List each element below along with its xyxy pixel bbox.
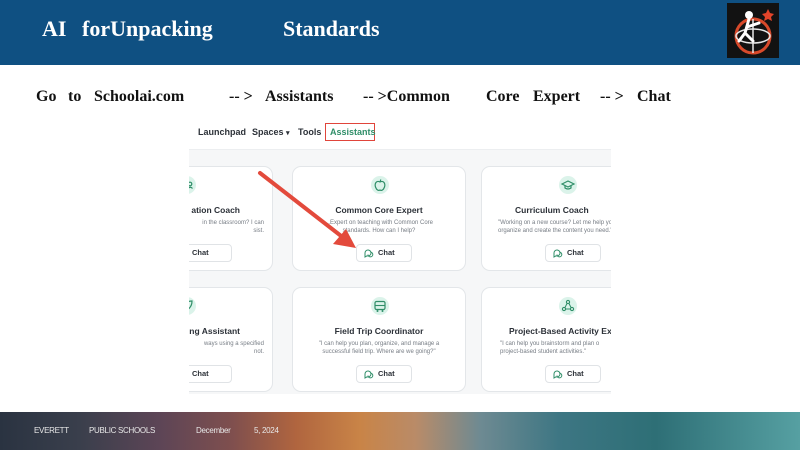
instruction-word: Core	[486, 88, 520, 105]
chat-label: Chat	[378, 369, 395, 378]
apple-icon	[371, 176, 389, 194]
instruction-arrow: -- >	[600, 88, 624, 105]
instruction-word: Chat	[637, 88, 671, 105]
card-title: Field Trip Coordinator	[334, 326, 424, 336]
card-description: ...Expert on teaching with Common Core s…	[324, 220, 434, 234]
instruction-link-schoolai: Schoolai.com	[94, 88, 185, 105]
chat-bubble-icon	[553, 249, 563, 258]
title-word-forunpacking: forUnpacking	[82, 16, 213, 41]
assistant-card[interactable]: ation Coach in the classroom? I can sist…	[189, 166, 273, 271]
instruction-word: -- >Common	[363, 88, 450, 105]
chat-button[interactable]: Chat	[189, 365, 232, 383]
chat-button[interactable]: Chat	[189, 244, 232, 262]
title-word-standards: Standards	[283, 16, 380, 41]
chevron-down-icon: ▾	[286, 130, 290, 137]
card-title: Project-Based Activity Exp	[509, 326, 611, 336]
card-description: "I can help you plan, organize, and mana…	[318, 341, 440, 355]
app-nav-bar: Launchpad Spaces ▾ Tools Assistants	[189, 118, 611, 150]
chat-button[interactable]: Chat	[545, 365, 601, 383]
instruction-word: Assistants	[265, 88, 334, 105]
instruction-arrow: -- >	[229, 88, 253, 105]
users-icon	[189, 176, 196, 194]
chat-button[interactable]: Chat	[356, 365, 412, 383]
chat-label: Chat	[567, 369, 584, 378]
assistant-card[interactable]: ing Assistant ways using a specified not…	[189, 287, 273, 392]
leaf-icon	[189, 297, 196, 315]
card-description: in the classroom? I can sist.	[202, 220, 264, 234]
chat-label: Chat	[567, 248, 584, 257]
assistant-card-curriculum-coach[interactable]: Curriculum Coach "Working on a new cours…	[481, 166, 611, 271]
card-title: Curriculum Coach	[515, 205, 589, 215]
title-word-ai: AI	[42, 16, 67, 41]
chat-label: Chat	[192, 248, 209, 257]
graduation-cap-icon	[559, 176, 577, 194]
card-description: "Working on a new course? Let me help yo…	[498, 220, 611, 234]
assistant-card-common-core-expert[interactable]: Common Core Expert ...Expert on teaching…	[292, 166, 466, 271]
footer-public-schools: PUBLIC SCHOOLS	[89, 426, 156, 435]
instruction-word: Go	[36, 88, 57, 105]
chat-bubble-icon	[553, 370, 563, 379]
instruction-line: Go to Schoolai.com -- > Assistants -- >C…	[0, 88, 800, 112]
footer-date: 5, 2024	[254, 426, 279, 435]
footer-district: EVERETT	[34, 426, 69, 435]
chat-bubble-icon	[364, 249, 374, 258]
school-logo-icon	[727, 3, 779, 58]
chat-button[interactable]: Chat	[356, 244, 412, 262]
footer-bar: EVERETT PUBLIC SCHOOLS December 5, 2024	[0, 412, 800, 450]
nav-spaces[interactable]: Spaces ▾	[252, 127, 290, 137]
nav-assistants[interactable]: Assistants	[330, 127, 376, 137]
nav-assistants-highlight[interactable]: Assistants	[325, 123, 376, 141]
card-description: "I can help you brainstorm and plan o pr…	[500, 341, 600, 355]
nav-launchpad[interactable]: Launchpad	[198, 127, 246, 137]
footer-month: December	[196, 426, 231, 435]
nav-tools[interactable]: Tools	[298, 127, 321, 137]
chat-bubble-icon	[364, 370, 374, 379]
assistant-card-project-based-activity[interactable]: Project-Based Activity Exp "I can help y…	[481, 287, 611, 392]
assistant-card-field-trip-coordinator[interactable]: Field Trip Coordinator "I can help you p…	[292, 287, 466, 392]
card-title: ing Assistant	[189, 326, 240, 336]
chat-label: Chat	[378, 248, 395, 257]
bus-icon	[371, 297, 389, 315]
instruction-word: to	[68, 88, 82, 105]
chat-button[interactable]: Chat	[545, 244, 601, 262]
schoolai-screenshot: Launchpad Spaces ▾ Tools Assistants atio…	[189, 118, 611, 394]
card-description: ways using a specified not.	[203, 341, 264, 355]
card-title: Common Core Expert	[335, 205, 423, 215]
card-title: ation Coach	[191, 205, 240, 215]
title-bar: AI forUnpacking Standards	[0, 0, 800, 65]
project-icon	[559, 297, 577, 315]
chat-label: Chat	[192, 369, 209, 378]
instruction-word: Expert	[533, 88, 581, 105]
